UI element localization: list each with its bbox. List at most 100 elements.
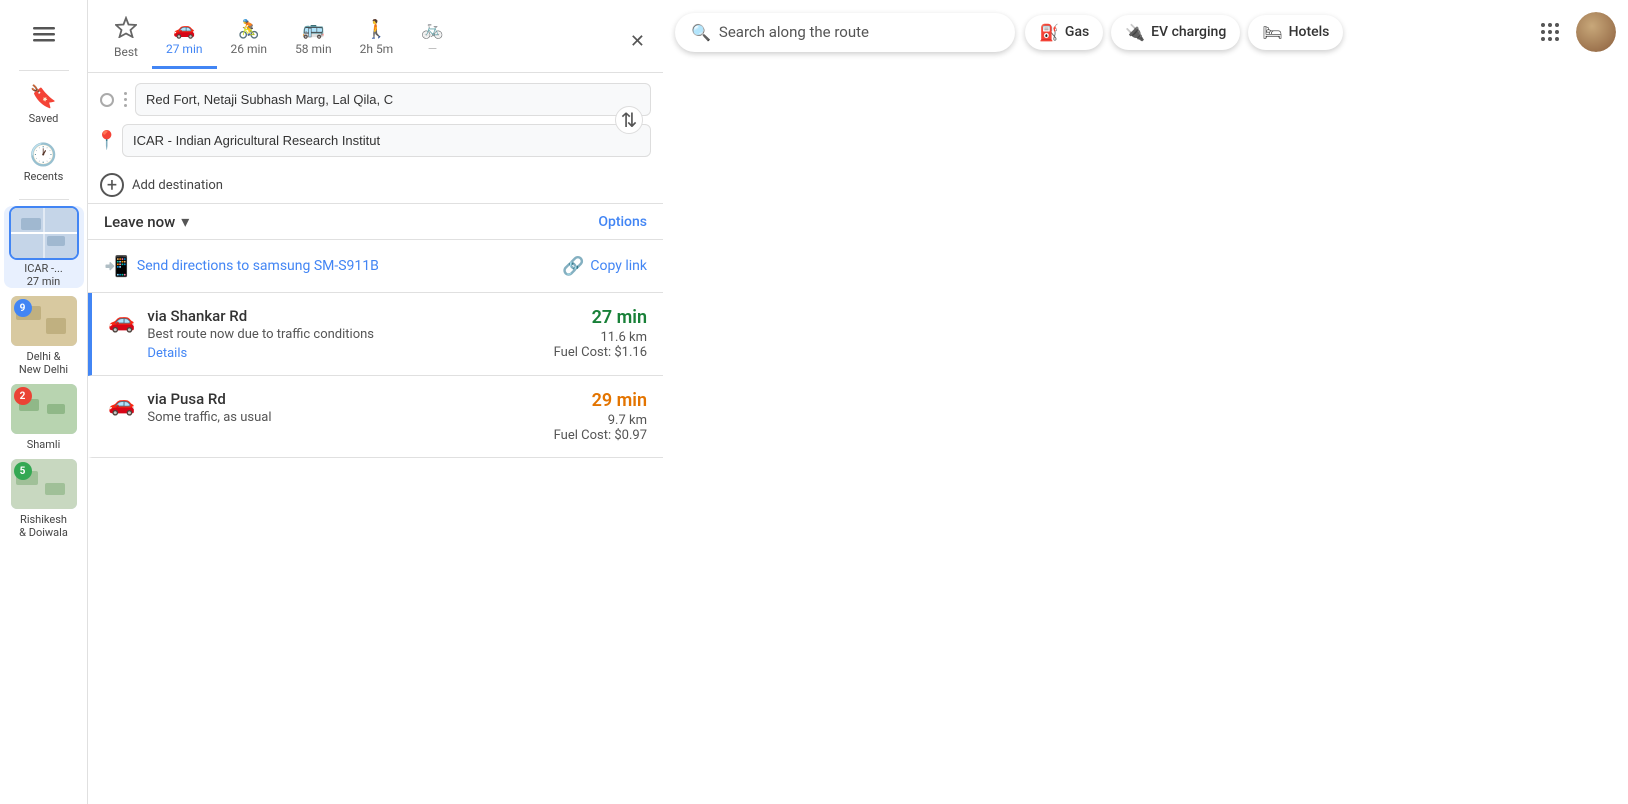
route2-time: 29 min [554, 390, 647, 411]
transport-tabs: Best 🚗 27 min 🚴 26 min 🚌 58 min 🚶 2h 5m … [88, 0, 663, 73]
sidebar-item-delhi[interactable]: 9 Delhi &New Delhi [4, 294, 84, 376]
route-list: 🚗 via Shankar Rd Best route now due to t… [88, 293, 663, 804]
walk-icon: 🚶 [365, 19, 387, 40]
hotels-icon: 🛏 [1262, 23, 1282, 42]
chip-gas[interactable]: ⛽ Gas [1025, 15, 1103, 50]
copy-link-button[interactable]: 🔗 Copy link [562, 256, 647, 277]
origin-row [100, 83, 651, 116]
send-icon: 📲 [104, 254, 129, 278]
sidebar-item-rishikesh[interactable]: 5 Rishikesh& Doiwala [4, 457, 84, 539]
controls-row: Leave now ▾ Options [88, 203, 663, 240]
options-button[interactable]: Options [598, 214, 647, 230]
map-top-bar: 🔍 Search along the route ⛽ Gas 🔌 EV char… [675, 12, 1616, 52]
user-avatar-image [1576, 12, 1616, 52]
tab-best-label: Best [114, 45, 138, 59]
map-search-placeholder: Search along the route [719, 23, 869, 41]
route2-desc: Some traffic, as usual [147, 410, 541, 425]
google-apps-button[interactable] [1532, 14, 1568, 50]
chip-hotels[interactable]: 🛏 Hotels [1248, 15, 1343, 50]
car-icon: 🚗 [173, 19, 195, 40]
chevron-down-icon: ▾ [181, 212, 189, 231]
tab-bicycle: 🚲 — [407, 13, 457, 69]
user-avatar[interactable] [1576, 12, 1616, 52]
tab-bike-time: 26 min [231, 42, 268, 56]
destination-row: 📍 [100, 124, 651, 157]
route-option-2[interactable]: 🚗 via Pusa Rd Some traffic, as usual 29 … [88, 376, 663, 458]
origin-input[interactable] [135, 83, 651, 116]
sidebar-item-active-dest[interactable]: ICAR -...27 min [4, 206, 84, 288]
route1-desc: Best route now due to traffic conditions [147, 327, 541, 342]
tab-car-time: 27 min [166, 42, 203, 56]
best-icon [115, 16, 137, 43]
delhi-label: Delhi &New Delhi [4, 350, 84, 376]
add-destination-label: Add destination [132, 178, 223, 193]
sidebar-item-shamli[interactable]: 2 Shamli [4, 382, 84, 451]
sidebar-divider-mid [19, 199, 69, 200]
map-chips: ⛽ Gas 🔌 EV charging 🛏 Hotels [1025, 15, 1343, 50]
shamli-badge: 2 [14, 387, 32, 405]
leave-now-button[interactable]: Leave now ▾ [104, 212, 189, 231]
delhi-badge: 9 [14, 299, 32, 317]
chip-hotels-label: Hotels [1289, 24, 1330, 40]
route2-name: via Pusa Rd [147, 390, 541, 408]
tab-bike[interactable]: 🚴 26 min [217, 13, 282, 69]
shamli-thumbnail: 2 [9, 382, 79, 436]
tab-transit[interactable]: 🚌 58 min [281, 13, 346, 69]
chip-gas-label: Gas [1065, 24, 1089, 40]
sidebar: 🔖 Saved 🕐 Recents ICAR -...27 min [0, 0, 88, 804]
route2-car-icon: 🚗 [108, 392, 135, 417]
copy-link-label: Copy link [590, 258, 647, 274]
route1-fuel: Fuel Cost: $1.16 [554, 345, 647, 360]
shamli-label: Shamli [4, 438, 84, 451]
add-destination-icon: + [100, 173, 124, 197]
add-destination-row[interactable]: + Add destination [88, 167, 663, 203]
bicycle-icon: 🚲 [421, 19, 443, 40]
tab-transit-time: 58 min [295, 42, 332, 56]
swap-button[interactable]: ⇅ [615, 106, 643, 134]
chip-ev-label: EV charging [1151, 24, 1226, 40]
close-icon: ✕ [630, 31, 645, 52]
tab-car[interactable]: 🚗 27 min [152, 13, 217, 69]
sidebar-item-recents[interactable]: 🕐 Recents [4, 135, 84, 191]
route1-distance: 11.6 km [554, 330, 647, 345]
bookmark-icon: 🔖 [30, 85, 57, 110]
transit-icon: 🚌 [302, 19, 324, 40]
saved-label: Saved [29, 112, 59, 125]
active-dest-map-img [11, 208, 77, 258]
options-label: Options [598, 214, 647, 230]
menu-icon[interactable] [22, 12, 66, 56]
close-button[interactable]: ✕ [624, 25, 651, 58]
bike-icon: 🚴 [238, 19, 260, 40]
recents-label: Recents [24, 170, 64, 183]
route1-time: 27 min [554, 307, 647, 328]
route1-info: via Shankar Rd Best route now due to tra… [147, 307, 541, 361]
clock-icon: 🕐 [30, 143, 57, 168]
send-directions-label: Send directions to samsung SM-S911B [137, 258, 379, 274]
ev-icon: 🔌 [1125, 23, 1145, 42]
link-icon: 🔗 [562, 256, 584, 277]
gas-icon: ⛽ [1039, 23, 1059, 42]
chip-ev[interactable]: 🔌 EV charging [1111, 15, 1240, 50]
leave-now-label: Leave now [104, 213, 175, 231]
destination-dot: 📍 [100, 134, 114, 148]
tab-best[interactable]: Best [100, 10, 152, 72]
tab-walk[interactable]: 🚶 2h 5m [346, 13, 408, 69]
route2-fuel: Fuel Cost: $0.97 [554, 428, 647, 443]
route1-car-icon: 🚗 [108, 309, 135, 334]
share-row: 📲 Send directions to samsung SM-S911B 🔗 … [88, 240, 663, 293]
route-dots-decoration [124, 92, 127, 107]
map-search-icon: 🔍 [691, 23, 711, 42]
send-directions-button[interactable]: 📲 Send directions to samsung SM-S911B [104, 254, 546, 278]
rishikesh-label: Rishikesh& Doiwala [4, 513, 84, 539]
sidebar-divider-top [19, 70, 69, 71]
tab-bicycle-label: — [428, 42, 437, 56]
route2-distance: 9.7 km [554, 413, 647, 428]
route1-meta: 27 min 11.6 km Fuel Cost: $1.16 [554, 307, 647, 360]
route-option-1[interactable]: 🚗 via Shankar Rd Best route now due to t… [88, 293, 663, 376]
delhi-thumbnail: 9 [9, 294, 79, 348]
route1-details-link[interactable]: Details [147, 346, 541, 361]
sidebar-item-saved[interactable]: 🔖 Saved [4, 77, 84, 133]
active-dest-label: ICAR -...27 min [4, 262, 84, 288]
destination-input[interactable] [122, 124, 651, 157]
map-search-box[interactable]: 🔍 Search along the route [675, 13, 1015, 52]
